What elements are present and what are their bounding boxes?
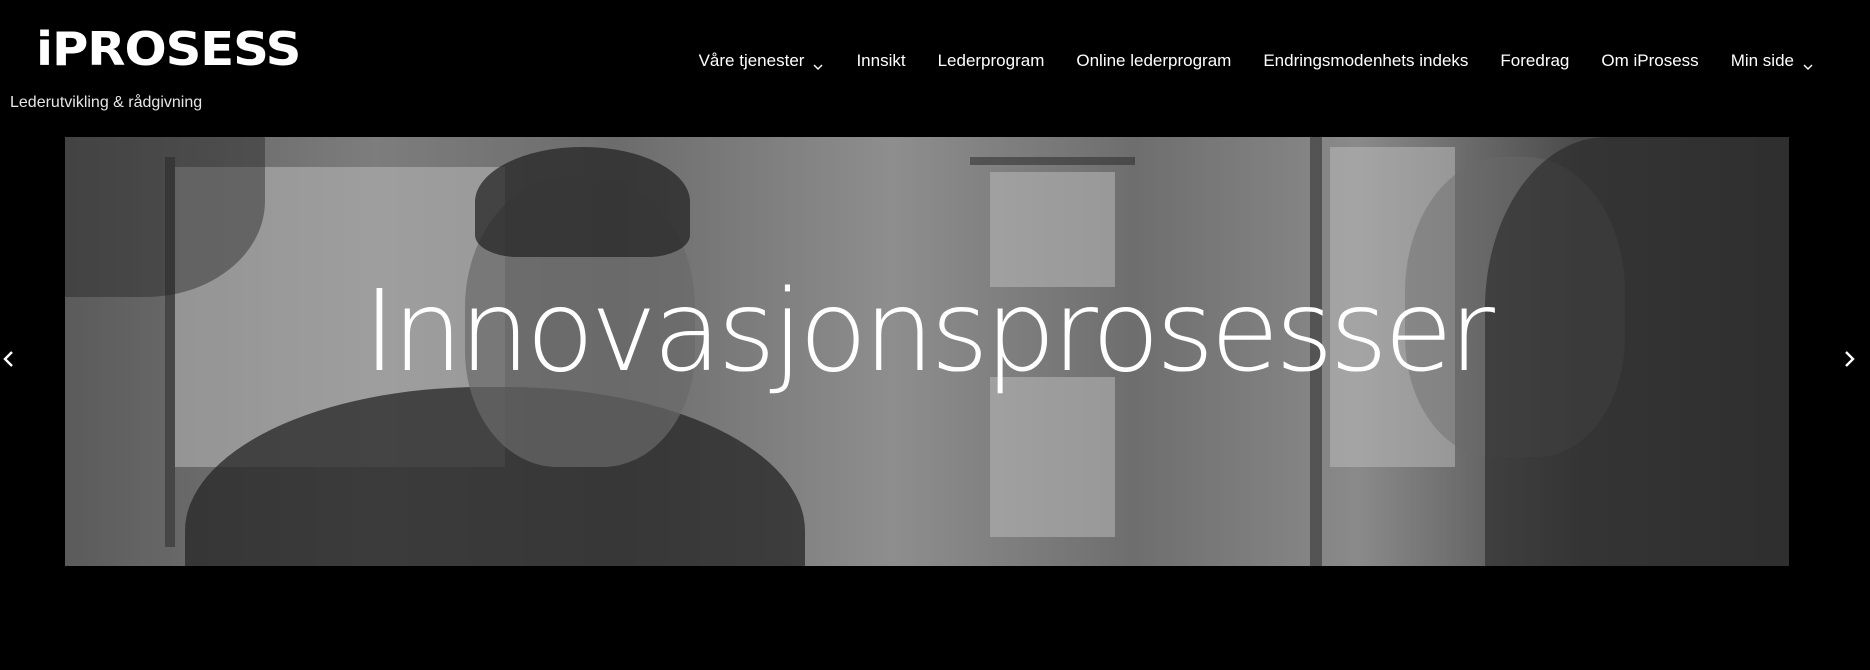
chevron-right-icon (1840, 346, 1858, 372)
hero-title: Innovasjonsprosesser (363, 267, 1495, 397)
site-header: iPROSESS Lederutvikling & rådgivning Vår… (0, 0, 1870, 137)
nav-item-label: Foredrag (1500, 51, 1570, 70)
nav-item-label: Våre tjenester (698, 51, 805, 70)
nav-item-label: Min side (1730, 51, 1794, 70)
nav-item-innsikt[interactable]: Innsikt (840, 48, 921, 74)
chevron-left-icon (0, 346, 18, 372)
nav-item-om-iprosess[interactable]: Om iProsess (1585, 48, 1714, 74)
slider-prev-button[interactable] (0, 346, 18, 372)
nav-item-foredrag[interactable]: Foredrag (1484, 48, 1585, 74)
site-tagline: Lederutvikling & rådgivning (10, 94, 203, 111)
nav-item-label: Online lederprogram (1076, 51, 1232, 70)
nav-item-label: Endringsmodenhets indeks (1263, 51, 1469, 70)
chevron-down-icon (812, 55, 824, 70)
main-nav: Våre tjenester Innsikt Lederprogram Onli… (683, 48, 1830, 74)
nav-item-vare-tjenester[interactable]: Våre tjenester (683, 48, 841, 74)
slider-next-button[interactable] (1840, 346, 1858, 372)
nav-item-label: Lederprogram (937, 51, 1045, 70)
site-logo[interactable]: iPROSESS (36, 26, 301, 72)
nav-item-label: Om iProsess (1601, 51, 1699, 70)
nav-item-endringsmodenhets-indeks[interactable]: Endringsmodenhets indeks (1247, 48, 1484, 74)
nav-item-lederprogram[interactable]: Lederprogram (922, 48, 1061, 74)
chevron-down-icon (1802, 55, 1814, 70)
hero-slide: Innovasjonsprosesser (65, 137, 1789, 566)
nav-item-min-side[interactable]: Min side (1715, 48, 1830, 74)
nav-item-online-lederprogram[interactable]: Online lederprogram (1060, 48, 1247, 74)
nav-item-label: Innsikt (856, 51, 906, 70)
